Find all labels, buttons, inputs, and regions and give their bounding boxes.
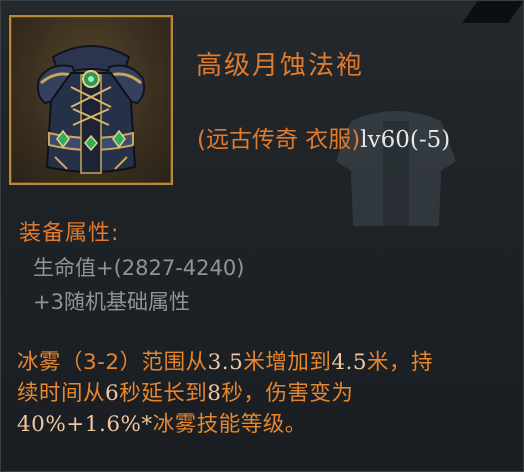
attributes-title: 装备属性:	[19, 221, 120, 246]
item-icon-frame[interactable]	[9, 15, 173, 185]
effect-number: 4.5	[331, 350, 368, 375]
stat-line-life: 生命值+(2827-4240)	[33, 256, 245, 280]
item-type-line: (远古传奇 衣服)lv60(-5)	[197, 120, 450, 154]
effect-text: 冰雾（3-2）范围从	[17, 350, 208, 375]
effect-text: 秒延长到	[119, 381, 208, 406]
effect-number: 3.5	[207, 350, 244, 375]
effect-text: 秒，伤害变为	[221, 381, 354, 406]
effect-number: 40%+1.6%*	[17, 412, 153, 437]
effect-number: 8	[207, 381, 222, 406]
effect-number: 6	[105, 381, 120, 406]
effect-text: 米增加到	[243, 350, 332, 375]
item-tooltip: 高级月蚀法袍 (远古传奇 衣服)lv60(-5) 装备属性: 生命值+(2827…	[0, 0, 524, 472]
item-type: (远古传奇 衣服)	[197, 127, 361, 153]
item-name: 高级月蚀法袍	[196, 51, 365, 81]
effect-text: 冰雾技能等级。	[152, 412, 307, 437]
robe-icon	[36, 45, 146, 174]
stat-line-random: +3随机基础属性	[33, 290, 190, 314]
legendary-effect: 冰雾（3-2）范围从3.5米增加到4.5米，持续时间从6秒延长到8秒，伤害变为4…	[17, 347, 447, 440]
item-level: lv60(-5)	[360, 127, 451, 153]
